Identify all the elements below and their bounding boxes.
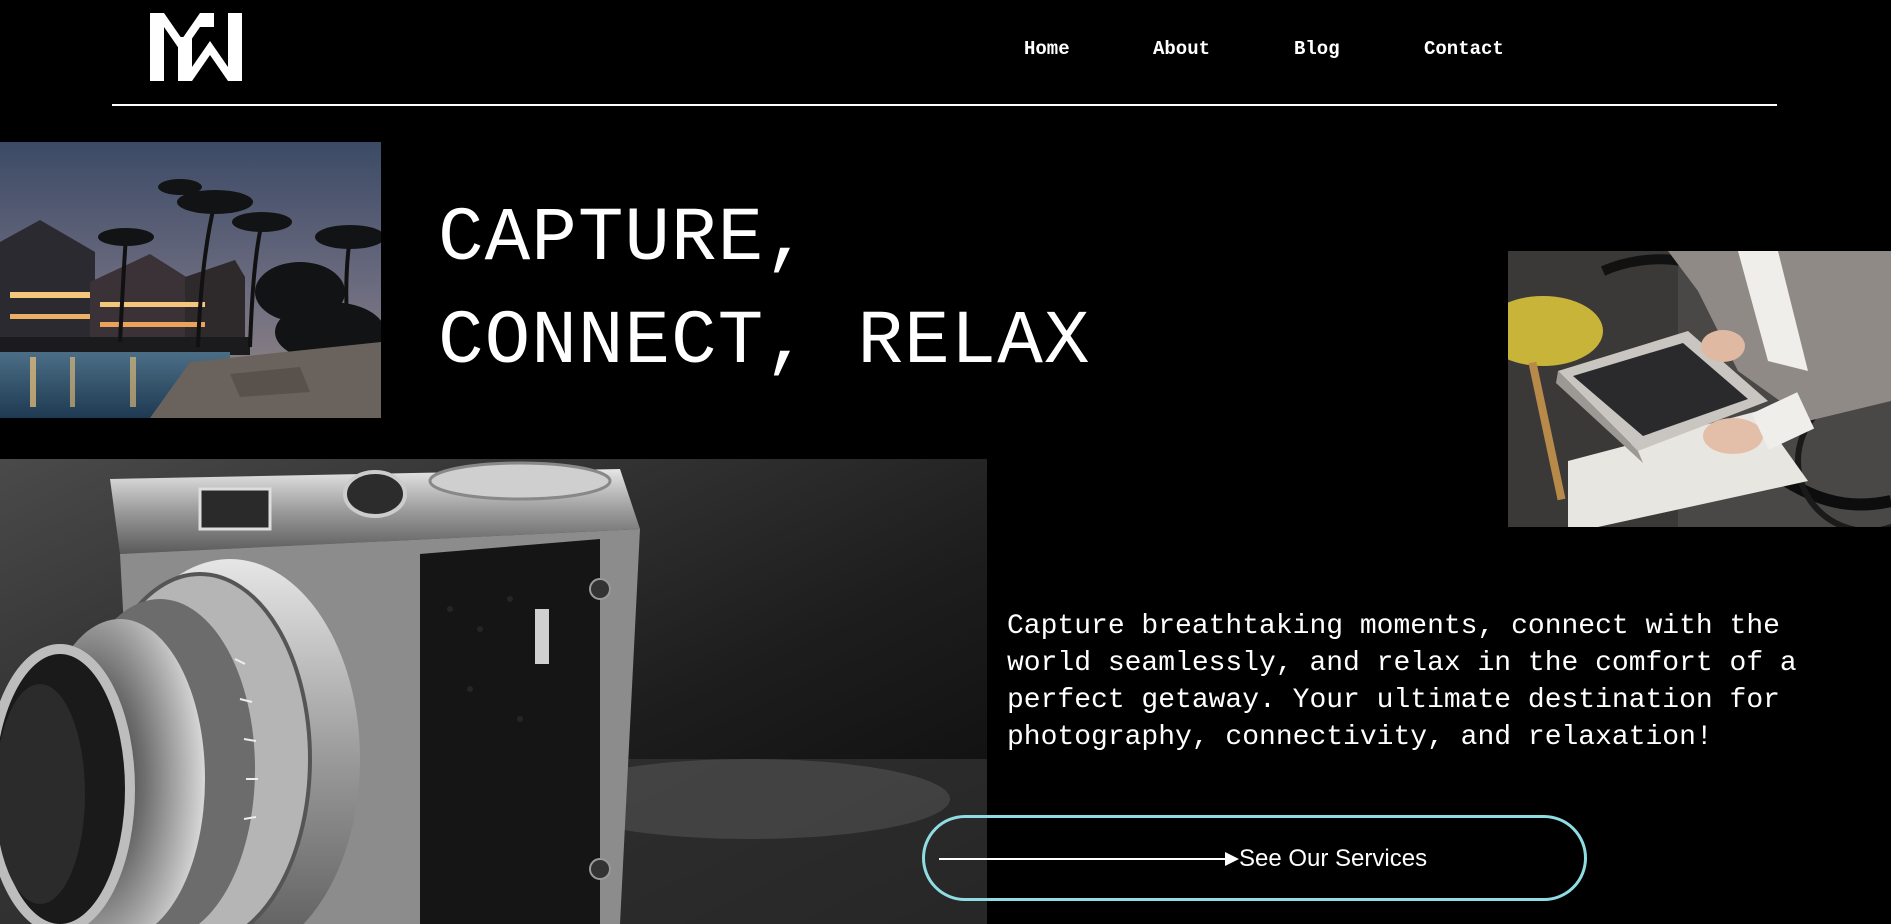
nav-link-contact[interactable]: Contact [1424,36,1504,62]
hero-title-line-1: CAPTURE, [438,196,811,282]
hero-title-line-2: CONNECT, RELAX [438,299,1091,385]
resort-photo [0,142,381,418]
camera-photo [0,459,987,924]
nav-link-blog[interactable]: Blog [1294,36,1340,62]
see-our-services-label: See Our Services [1239,845,1428,872]
laptop-photo [1508,251,1891,527]
see-our-services-button[interactable]: See Our Services [922,815,1587,901]
nav-link-about[interactable]: About [1153,36,1210,62]
hero-description: Capture breathtaking moments, connect wi… [1007,611,1797,753]
header-divider [112,104,1777,106]
arrow-right-icon [939,852,1239,866]
nav-link-home[interactable]: Home [1024,36,1070,62]
hero-title: CAPTURE, CONNECT, RELAX [438,188,1091,394]
main-navigation: Home About Blog Contact [0,36,1891,62]
